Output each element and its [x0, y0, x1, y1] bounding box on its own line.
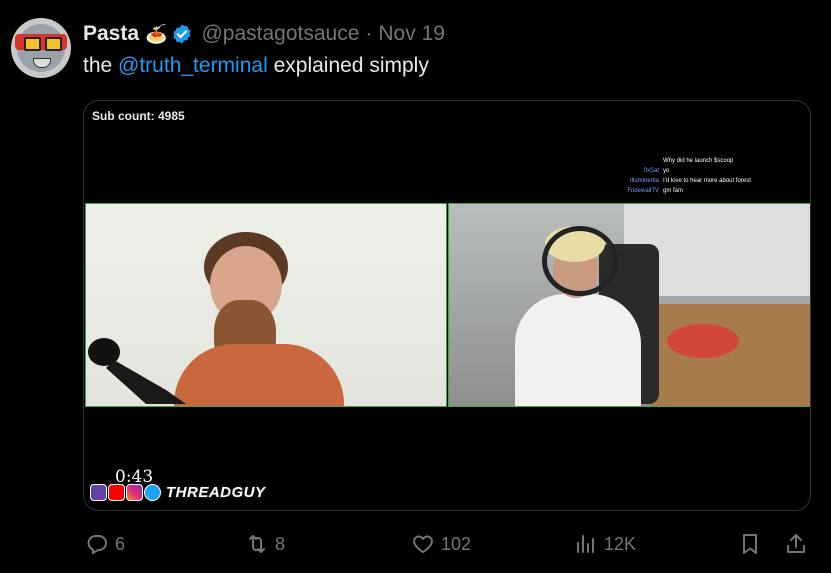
- repost-button[interactable]: 8: [245, 528, 285, 560]
- reply-icon: [87, 535, 107, 554]
- bookmark-icon: [743, 534, 757, 554]
- chat-text: Why did he launch $scoop: [663, 158, 734, 164]
- chat-user: 0xSat: [643, 168, 659, 174]
- youtube-icon: [108, 483, 125, 501]
- views-button[interactable]: 12K: [574, 528, 636, 560]
- stream-chat: Why did he launch $scoop 0xSat yo Illumi…: [604, 156, 751, 196]
- avatar-eye-right: [45, 37, 62, 51]
- reply-button[interactable]: 6: [85, 528, 125, 560]
- repost-icon: [249, 535, 265, 553]
- chat-message: Illuminertia I'd love to hear more about…: [604, 176, 751, 186]
- tweet-text-before: the: [83, 54, 119, 77]
- avatar-eye-left: [24, 37, 41, 51]
- chat-user: FridewallTV: [627, 188, 659, 194]
- tweet-date[interactable]: Nov 19: [378, 22, 445, 46]
- like-button[interactable]: 102: [411, 528, 471, 560]
- repost-count: 8: [275, 533, 286, 554]
- tweet-actions: 6 8 102 12K: [0, 528, 831, 560]
- twitch-icon: [90, 483, 107, 501]
- chat-text: gm fam: [663, 188, 684, 194]
- avatar[interactable]: [11, 18, 71, 78]
- views-count: 12K: [604, 533, 637, 554]
- instagram-icon: [126, 483, 143, 501]
- reply-count: 6: [115, 533, 126, 554]
- author-handle[interactable]: @pastagotsauce: [201, 22, 359, 46]
- video-player[interactable]: Sub count: 4985 Why did he launch $scoop…: [83, 100, 811, 511]
- tweet-text: the @truth_terminal explained simply: [83, 54, 429, 78]
- twitter-bird-icon: [144, 483, 161, 501]
- brand-label: THREADGUY: [166, 483, 266, 501]
- verified-badge-icon[interactable]: [171, 23, 193, 45]
- views-icon: [577, 535, 594, 553]
- like-count: 102: [441, 533, 472, 554]
- share-icon: [787, 534, 805, 553]
- chat-text: I'd love to hear more about forest: [663, 178, 751, 184]
- streamer-shirt: [515, 294, 641, 406]
- chat-text: yo: [663, 168, 670, 174]
- room-rug: [667, 324, 739, 358]
- room-floor: [649, 304, 810, 406]
- stream-branding: THREADGUY: [90, 481, 266, 503]
- chat-message: 0xSat yo: [604, 166, 751, 176]
- chat-message: Why did he launch $scoop: [604, 156, 751, 166]
- microphone-icon: [88, 338, 186, 404]
- bookmark-button[interactable]: [738, 528, 762, 560]
- tweet-header: Pasta 🍝 @pastagotsauce · Nov 19: [83, 21, 445, 47]
- chat-message: FridewallTV gm fam: [604, 186, 751, 196]
- like-icon: [413, 535, 433, 553]
- author-emoji: 🍝: [145, 23, 168, 44]
- chat-user: [604, 156, 663, 166]
- share-button[interactable]: [784, 528, 808, 560]
- header-separator: ·: [365, 22, 373, 45]
- sub-count-label: Sub count: 4985: [92, 109, 185, 123]
- headphones-icon: [542, 226, 618, 296]
- chat-user: Illuminertia: [629, 178, 659, 184]
- mention-link[interactable]: @truth_terminal: [118, 54, 268, 77]
- tweet-text-after: explained simply: [267, 54, 429, 77]
- webcam-right: [448, 203, 810, 407]
- author-name[interactable]: Pasta: [83, 22, 139, 46]
- guest-shirt: [174, 344, 344, 406]
- webcam-left: [85, 203, 447, 407]
